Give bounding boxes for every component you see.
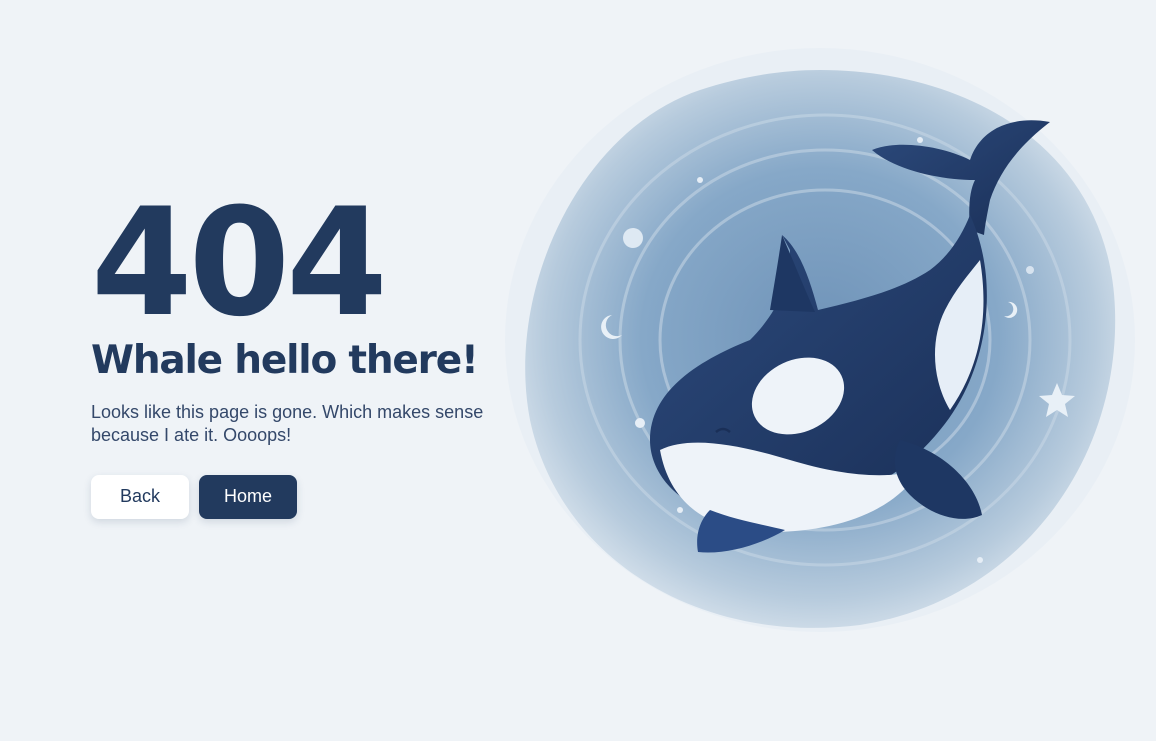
- error-description: Looks like this page is gone. Which make…: [91, 401, 484, 445]
- action-buttons: Back Home: [91, 474, 511, 519]
- orca-whale-illustration: [505, 48, 1135, 632]
- home-button[interactable]: Home: [199, 474, 297, 519]
- back-button[interactable]: Back: [91, 474, 189, 519]
- error-code: 404: [91, 176, 388, 350]
- error-content: 404 Whale hello there! Looks like this p…: [91, 176, 511, 519]
